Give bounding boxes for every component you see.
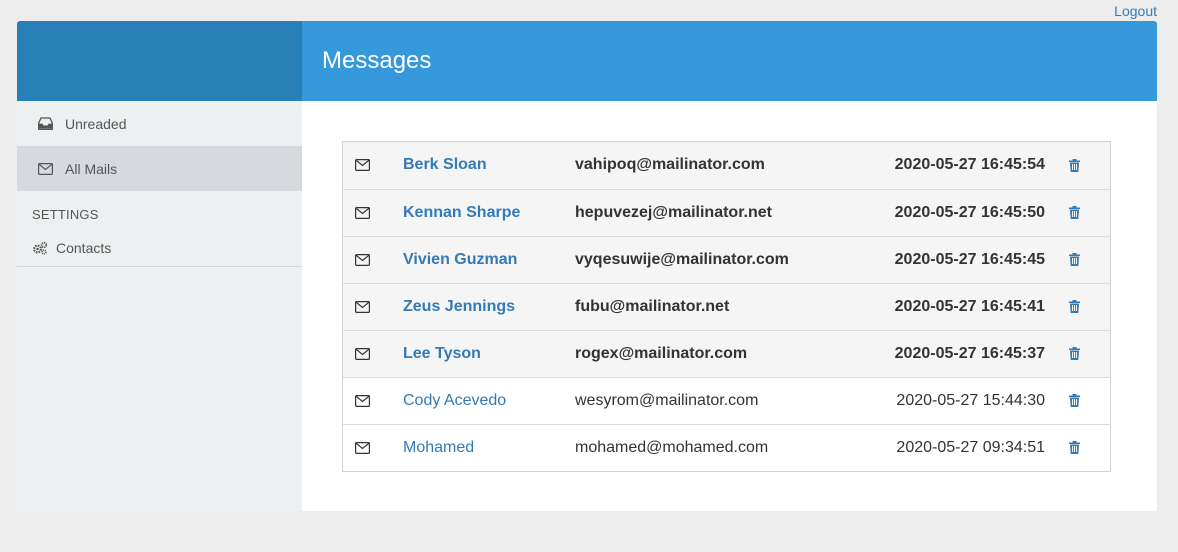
sidebar: Unreaded All Mails SETTINGS Contacts xyxy=(17,101,302,511)
sidebar-item-label: All Mails xyxy=(65,160,118,177)
sender-name-link[interactable]: Vivien Guzman xyxy=(403,251,517,268)
sidebar-item-all-mails[interactable]: All Mails xyxy=(17,146,302,191)
message-date: 2020-05-27 16:45:54 xyxy=(894,156,1045,174)
message-date: 2020-05-27 16:45:45 xyxy=(894,250,1045,268)
trash-icon[interactable] xyxy=(1069,206,1110,219)
envelope-icon xyxy=(355,206,403,219)
trash-icon[interactable] xyxy=(1069,441,1110,455)
sender-email: fubu@mailinator.net xyxy=(575,297,730,315)
trash-icon[interactable] xyxy=(1069,347,1110,360)
sender-name-link[interactable]: Cody Acevedo xyxy=(403,392,506,409)
sender-email: mohamed@mohamed.com xyxy=(575,438,769,456)
envelope-icon xyxy=(355,394,403,407)
trash-icon[interactable] xyxy=(1069,253,1110,266)
message-date: 2020-05-27 16:45:41 xyxy=(894,297,1045,315)
page-title: Messages xyxy=(322,47,432,74)
sidebar-item-label: Unreaded xyxy=(65,115,127,132)
envelope-icon xyxy=(355,159,403,172)
sender-name-link[interactable]: Mohamed xyxy=(403,439,474,456)
sender-email: vahipoq@mailinator.com xyxy=(575,156,765,174)
table-row[interactable]: Cody Acevedo wesyrom@mailinator.com 2020-0… xyxy=(343,377,1110,424)
sender-email: wesyrom@mailinator.com xyxy=(575,391,759,409)
sender-name-link[interactable]: Lee Tyson xyxy=(403,345,481,362)
sender-email: rogex@mailinator.com xyxy=(575,344,748,362)
envelope-icon xyxy=(355,300,403,313)
app-panel: Messages Unreaded All Mails SETTINGS Con… xyxy=(17,21,1157,511)
messages-table: Berk Sloan vahipoq@mailinator.com 2020-05-… xyxy=(342,141,1111,472)
inbox-icon xyxy=(37,116,53,132)
table-row[interactable]: Mohamed mohamed@mohamed.com 2020-05-27 09:… xyxy=(343,424,1110,471)
trash-icon[interactable] xyxy=(1069,300,1110,313)
message-date: 2020-05-27 16:45:50 xyxy=(894,203,1045,221)
trash-icon[interactable] xyxy=(1069,158,1110,172)
logout-link[interactable]: Logout xyxy=(1114,3,1157,19)
message-date: 2020-05-27 09:34:51 xyxy=(896,438,1045,456)
sender-email: vyqesuwije@mailinator.com xyxy=(575,250,789,268)
envelope-icon xyxy=(355,347,403,360)
envelope-icon xyxy=(355,441,403,454)
envelope-icon xyxy=(355,253,403,266)
gears-icon xyxy=(32,240,48,256)
sender-email: hepuvezej@mailinator.net xyxy=(575,203,772,221)
sidebar-item-label: Contacts xyxy=(56,239,112,256)
message-date: 2020-05-27 15:44:30 xyxy=(896,391,1045,409)
table-row[interactable]: Vivien Guzman vyqesuwije@mailinator.com 20… xyxy=(343,236,1110,283)
sender-name-link[interactable]: Kennan Sharpe xyxy=(403,204,520,221)
sidebar-item-contacts[interactable]: Contacts xyxy=(17,229,302,267)
sender-name-link[interactable]: Berk Sloan xyxy=(403,156,487,173)
settings-heading: SETTINGS xyxy=(32,207,99,222)
sidebar-header xyxy=(17,21,302,101)
table-row[interactable]: Kennan Sharpe hepuvezej@mailinator.net 202… xyxy=(343,189,1110,236)
message-date: 2020-05-27 16:45:37 xyxy=(894,344,1045,362)
trash-icon[interactable] xyxy=(1069,394,1110,407)
table-row[interactable]: Lee Tyson rogex@mailinator.com 2020-05-27 … xyxy=(343,330,1110,377)
table-row[interactable]: Zeus Jennings fubu@mailinator.net 2020-05-… xyxy=(343,283,1110,330)
table-row[interactable]: Berk Sloan vahipoq@mailinator.com 2020-05-… xyxy=(343,142,1110,189)
sidebar-item-unreaded[interactable]: Unreaded xyxy=(17,101,302,146)
sender-name-link[interactable]: Zeus Jennings xyxy=(403,298,515,315)
envelope-icon xyxy=(37,161,53,177)
main-header: Messages xyxy=(302,21,1157,101)
